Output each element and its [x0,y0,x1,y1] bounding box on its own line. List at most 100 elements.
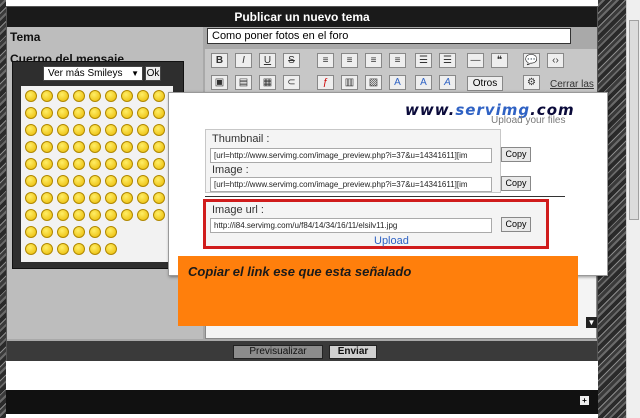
close-link[interactable]: Cerrar las [550,79,594,90]
smiley-icon[interactable] [57,175,69,187]
scroll-down-icon[interactable]: ▼ [586,317,597,328]
smiley-icon[interactable] [25,209,37,221]
font-style-icon[interactable]: A [439,75,456,90]
image-host-icon[interactable]: ▤ [235,75,252,90]
smiley-icon[interactable] [105,243,117,255]
align-center-icon[interactable]: ≡ [341,53,358,68]
smiley-icon[interactable] [25,107,37,119]
smiley-icon[interactable] [57,90,69,102]
otros-button[interactable]: Otros [467,76,503,91]
smiley-icon[interactable] [89,90,101,102]
smiley-icon[interactable] [121,124,133,136]
smiley-icon[interactable] [57,141,69,153]
smiley-icon[interactable] [153,175,165,187]
strike-button[interactable]: S [283,53,300,68]
smiley-icon[interactable] [41,226,53,238]
smiley-icon[interactable] [41,90,53,102]
smiley-icon[interactable] [137,90,149,102]
media-icon[interactable]: ▦ [259,75,276,90]
image-icon[interactable]: ▣ [211,75,228,90]
upload-link[interactable]: Upload [374,235,409,247]
smiley-icon[interactable] [89,226,101,238]
smiley-icon[interactable] [25,192,37,204]
send-button[interactable]: Enviar [329,345,377,359]
smiley-icon[interactable] [121,209,133,221]
smiley-icon[interactable] [89,141,101,153]
smiley-icon[interactable] [137,158,149,170]
smiley-icon[interactable] [121,107,133,119]
smiley-icon[interactable] [41,124,53,136]
smiley-icon[interactable] [153,158,165,170]
align-left-icon[interactable]: ≡ [317,53,334,68]
smiley-icon[interactable] [137,192,149,204]
speech-bubble-icon[interactable]: 💬 [523,53,540,68]
subject-input[interactable]: Como poner fotos en el foro [207,28,571,44]
italic-button[interactable]: I [235,53,252,68]
smiley-icon[interactable] [73,141,85,153]
smiley-icon[interactable] [73,90,85,102]
smiley-icon[interactable] [25,175,37,187]
smiley-icon[interactable] [137,141,149,153]
smiley-icon[interactable] [41,158,53,170]
thumbnail-code-field[interactable]: [url=http://www.servimg.com/image_previe… [210,148,492,163]
image-url-field[interactable]: http://i84.servimg.com/u/f84/14/34/16/11… [210,218,492,233]
smiley-icon[interactable] [25,226,37,238]
smiley-icon[interactable] [57,192,69,204]
smiley-icon[interactable] [105,158,117,170]
code-icon[interactable]: ‹› [547,53,564,68]
smiley-icon[interactable] [121,175,133,187]
smiley-icon[interactable] [121,141,133,153]
smiley-icon[interactable] [89,107,101,119]
smiley-icon[interactable] [121,158,133,170]
page-scrollbar[interactable] [626,0,640,418]
copy-image-url-button[interactable]: Copy [501,217,531,232]
smiley-icon[interactable] [73,209,85,221]
smiley-icon[interactable] [89,124,101,136]
link-icon[interactable]: ⊂ [283,75,300,90]
smiley-icon[interactable] [25,124,37,136]
smiley-icon[interactable] [73,107,85,119]
smiley-icon[interactable] [105,90,117,102]
smiley-icon[interactable] [41,107,53,119]
smiley-icon[interactable] [89,209,101,221]
smiley-icon[interactable] [57,158,69,170]
smiley-icon[interactable] [153,90,165,102]
smiley-icon[interactable] [105,209,117,221]
font-icon[interactable]: A [415,75,432,90]
smileys-ok-button[interactable]: Ok [145,66,161,81]
smiley-icon[interactable] [57,124,69,136]
smiley-icon[interactable] [73,175,85,187]
smiley-icon[interactable] [105,226,117,238]
smiley-icon[interactable] [57,209,69,221]
smiley-icon[interactable] [153,192,165,204]
smiley-icon[interactable] [41,175,53,187]
smiley-icon[interactable] [73,124,85,136]
smiley-icon[interactable] [73,158,85,170]
smiley-icon[interactable] [153,107,165,119]
smiley-icon[interactable] [137,107,149,119]
align-justify-icon[interactable]: ≡ [389,53,406,68]
smiley-icon[interactable] [153,141,165,153]
video-icon[interactable]: ▧ [365,75,382,90]
quote-icon[interactable]: ❝ [491,53,508,68]
smiley-icon[interactable] [57,226,69,238]
expand-icon[interactable]: + [580,396,589,405]
flash-icon[interactable]: ƒ [317,75,334,90]
smiley-icon[interactable] [137,175,149,187]
list-numbered-icon[interactable]: ☰ [439,53,456,68]
bold-button[interactable]: B [211,53,228,68]
smiley-icon[interactable] [41,209,53,221]
smiley-icon[interactable] [121,192,133,204]
smiley-icon[interactable] [105,124,117,136]
smiley-icon[interactable] [137,124,149,136]
smiley-icon[interactable] [153,124,165,136]
table-icon[interactable]: ▥ [341,75,358,90]
smiley-icon[interactable] [105,107,117,119]
underline-button[interactable]: U [259,53,276,68]
settings-icon[interactable]: ⚙ [523,75,540,90]
smiley-icon[interactable] [57,243,69,255]
smiley-icon[interactable] [73,226,85,238]
font-size-icon[interactable]: A [389,75,406,90]
hr-icon[interactable]: — [467,53,484,68]
preview-button[interactable]: Previsualizar [233,345,323,359]
